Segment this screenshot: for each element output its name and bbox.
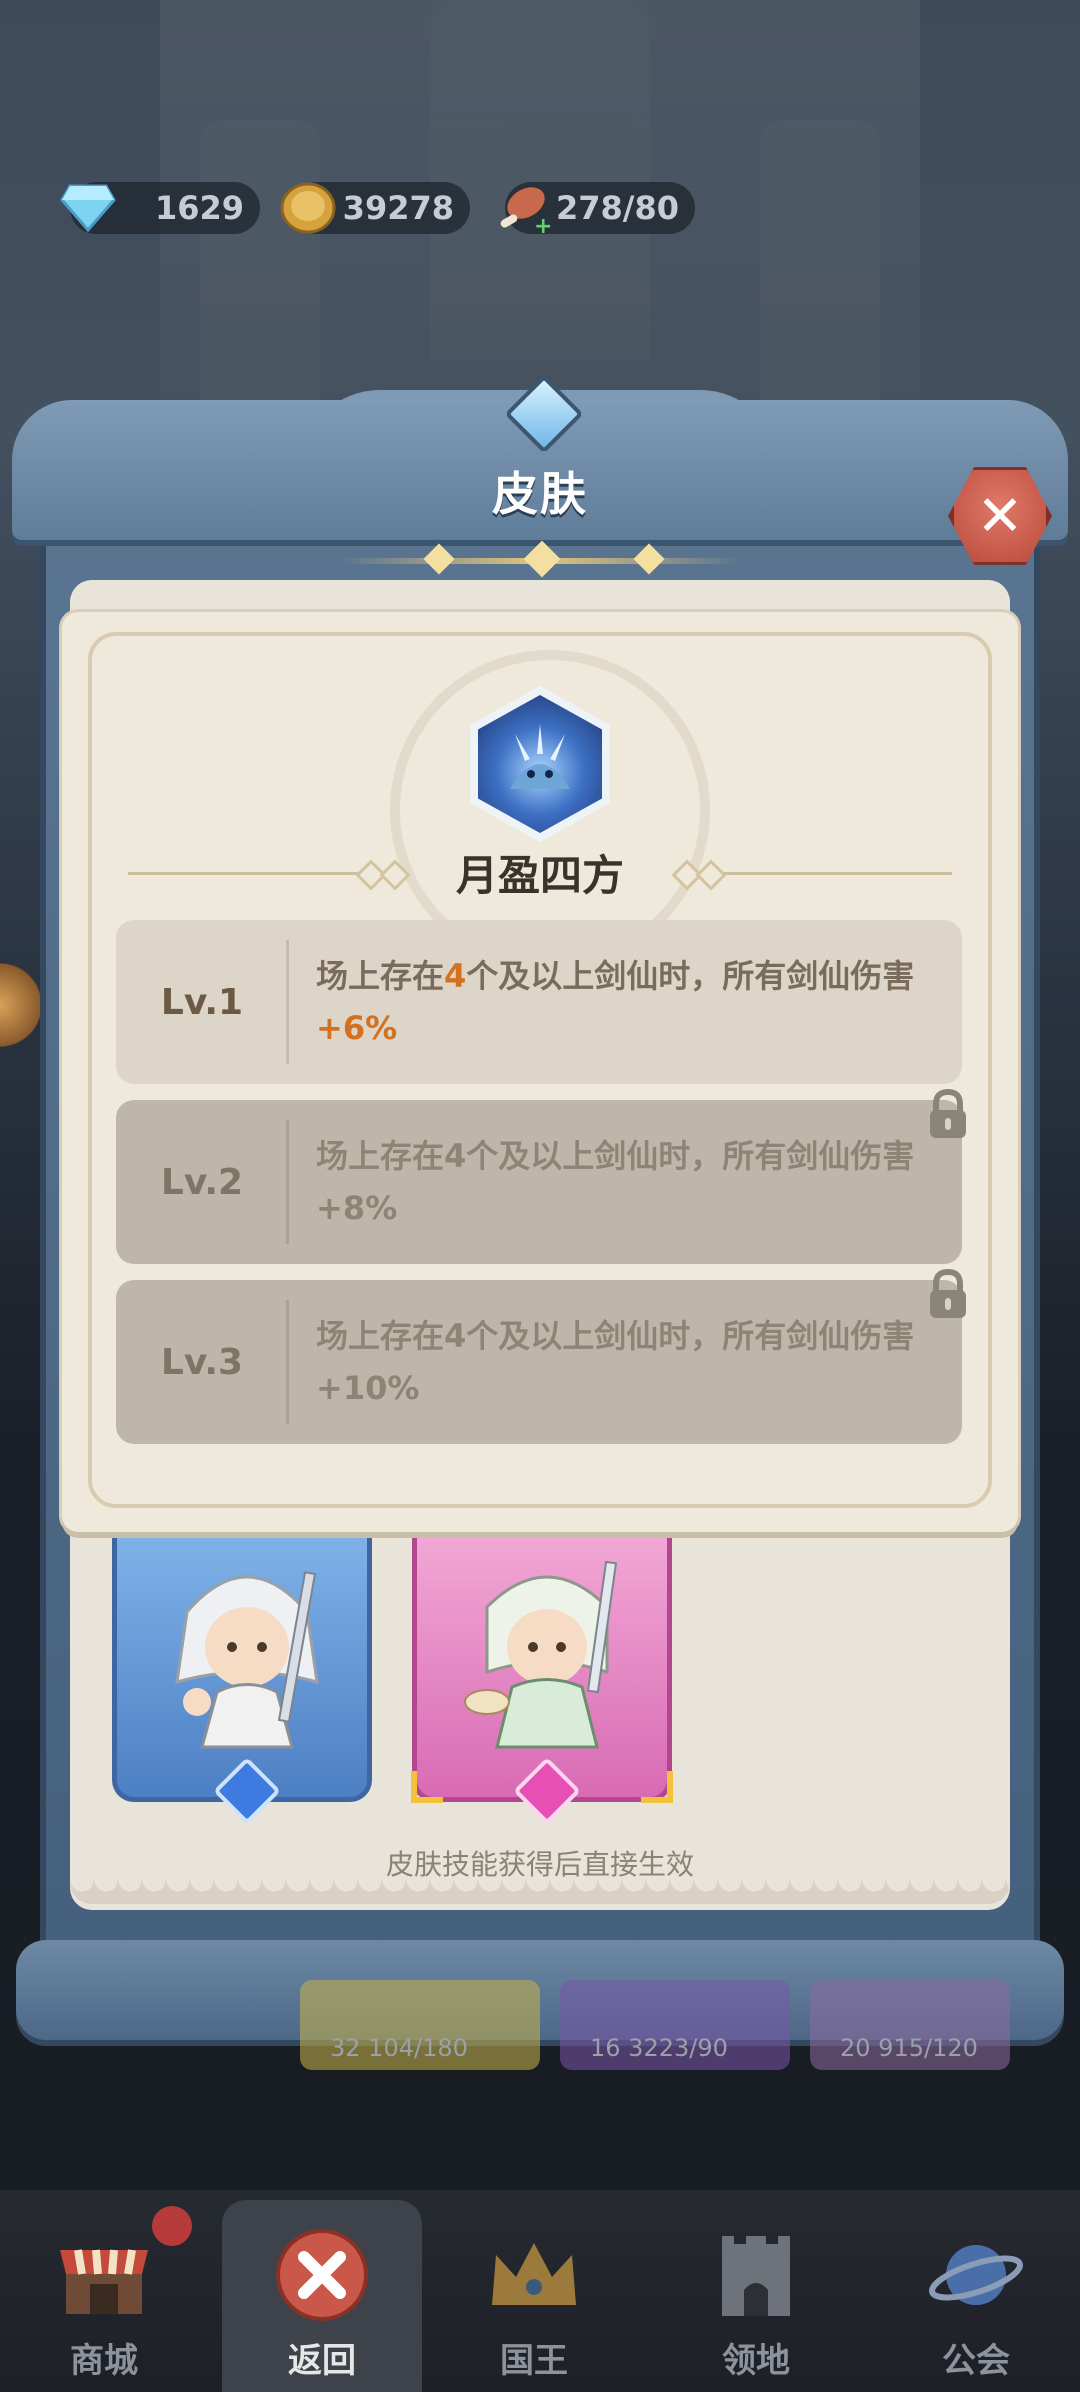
level-divider [286,940,289,1064]
decor-line-right [722,872,952,875]
close-icon: ✕ [976,483,1024,549]
level-divider [286,1300,289,1424]
hero-portrait-white-swordsman [175,1571,319,1749]
selected-corner [641,1771,673,1803]
desc-count-highlight: 4 [444,957,467,995]
lock-icon [930,1268,966,1318]
side-event-badge[interactable] [0,950,40,1060]
skill-level-row-1: Lv.1 场上存在4个及以上剑仙时，所有剑仙伤害 +6% [116,920,962,1084]
nav-label: 商城 [70,2341,138,2381]
nav-label: 领地 [722,2341,790,2381]
level-description: 场上存在4个及以上剑仙时，所有剑仙伤害+8% [316,1137,915,1227]
nav-label: 公会 [942,2341,1010,2381]
resource-diamond: 1629 [60,182,260,234]
skill-level-row-3: Lv.3 场上存在4个及以上剑仙时，所有剑仙伤害+10% [116,1280,962,1444]
meat-stamina-icon: + [493,178,553,238]
diamond-count: 1629 [154,189,244,227]
shop-icon [56,2227,152,2323]
level-label: Lv.3 [160,1341,244,1383]
nav-label: 国王 [500,2341,568,2381]
castle-icon [708,2227,804,2323]
lock-icon [930,1088,966,1138]
skin-card-white-swordsman[interactable] [112,1532,372,1825]
skin-note-text: 皮肤技能获得后直接生效 [385,1848,694,1881]
desc-prefix: 场上存在 [316,957,445,995]
nav-king[interactable]: 国王 [434,2200,634,2392]
moon-skill-icon [478,695,602,833]
skin-card-tea-swordsman[interactable] [411,1532,673,1825]
planet-icon [928,2227,1024,2323]
level-label: Lv.1 [160,981,244,1023]
desc-bonus-highlight: +6% [316,1009,398,1047]
level-description: 场上存在4个及以上剑仙时，所有剑仙伤害 +6% [316,950,936,1054]
resource-gold: 39278 [280,182,470,234]
diamond-icon [58,178,118,238]
background-card-label: 20 915/120 [840,2034,978,2062]
svg-text:+: + [534,214,552,237]
desc-middle: 个及以上剑仙时，所有剑仙伤害 [466,957,915,995]
nav-guild[interactable]: 公会 [876,2200,1076,2392]
back-close-icon [274,2227,370,2323]
crown-icon [486,2227,582,2323]
nav-territory[interactable]: 领地 [656,2200,856,2392]
resource-stamina: + 278/80 [500,182,695,237]
nav-label: 返回 [288,2341,356,2381]
notification-dot [152,2206,192,2246]
dialog-title: 皮肤 [492,467,588,521]
level-description: 场上存在4个及以上剑仙时，所有剑仙伤害+10% [316,1317,915,1407]
level-label: Lv.2 [160,1161,244,1203]
hero-portrait-tea-swordsman [464,1560,618,1749]
nav-back[interactable]: 返回 [222,2200,422,2392]
panel-bottom-scallop [70,1880,1010,1904]
gold-coin-icon [278,178,338,238]
skill-level-row-2: Lv.2 场上存在4个及以上剑仙时，所有剑仙伤害+8% [116,1100,962,1264]
selected-corner [411,1771,443,1803]
background-card-label: 16 3223/90 [590,2034,728,2062]
gold-count: 39278 [342,189,454,227]
stamina-count: 278/80 [555,189,679,227]
decor-line-left [128,872,358,875]
level-divider [286,1120,289,1244]
background-card-label: 32 104/180 [330,2034,468,2062]
